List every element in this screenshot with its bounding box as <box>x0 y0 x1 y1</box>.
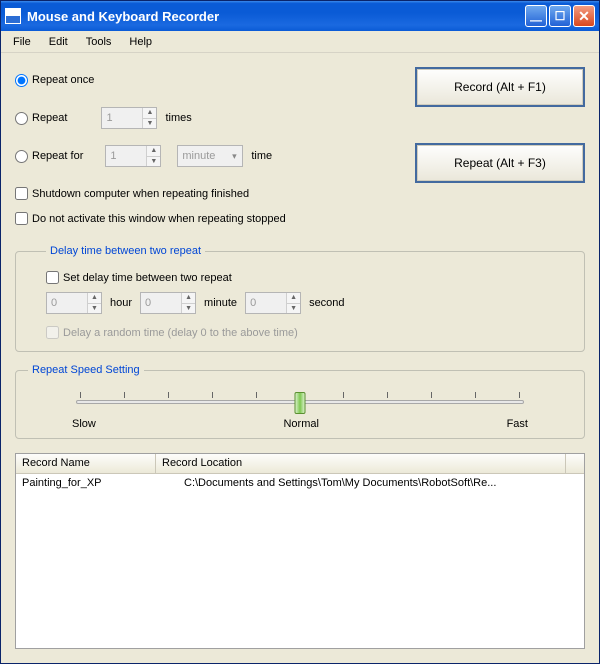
chevron-down-icon[interactable]: ▼ <box>88 303 101 314</box>
chevron-up-icon[interactable]: ▲ <box>143 108 156 118</box>
speed-slow-label: Slow <box>72 418 96 430</box>
repeat-n-label: Repeat <box>32 112 67 124</box>
speed-slider[interactable] <box>76 400 524 404</box>
delay-second-input[interactable] <box>246 293 286 313</box>
chevron-down-icon[interactable]: ▼ <box>182 303 195 314</box>
no-activate-label: Do not activate this window when repeati… <box>32 213 286 225</box>
menu-tools[interactable]: Tools <box>78 34 120 50</box>
delay-minute-label: minute <box>204 297 237 309</box>
record-name-cell: Painting_for_XP <box>16 476 156 490</box>
list-row[interactable]: Painting_for_XP C:\Documents and Setting… <box>16 474 584 492</box>
minimize-button[interactable]: — <box>525 5 547 27</box>
repeat-for-unit-value: minute <box>182 150 215 162</box>
repeat-n-radio[interactable] <box>15 112 28 125</box>
speed-fieldset: Repeat Speed Setting Slow Normal Fast <box>15 364 585 439</box>
chevron-up-icon[interactable]: ▲ <box>182 293 195 303</box>
repeat-once-radio[interactable] <box>15 74 28 87</box>
menu-help[interactable]: Help <box>121 34 160 50</box>
menu-edit[interactable]: Edit <box>41 34 76 50</box>
chevron-up-icon[interactable]: ▲ <box>147 146 160 156</box>
record-button[interactable]: Record (Alt + F1) <box>415 67 585 107</box>
content-area: Repeat once Repeat ▲▼ times Repeat for <box>1 53 599 663</box>
speed-legend: Repeat Speed Setting <box>28 364 144 376</box>
delay-second-spinner[interactable]: ▲▼ <box>245 292 301 314</box>
speed-normal-label: Normal <box>283 418 318 430</box>
list-header: Record Name Record Location <box>16 454 584 474</box>
col-record-name[interactable]: Record Name <box>16 454 156 473</box>
repeat-for-unit-combo[interactable]: minute ▾ <box>177 145 243 167</box>
delay-minute-spinner[interactable]: ▲▼ <box>140 292 196 314</box>
shutdown-label: Shutdown computer when repeating finishe… <box>32 188 249 200</box>
delay-legend: Delay time between two repeat <box>46 245 205 257</box>
shutdown-checkbox[interactable] <box>15 187 28 200</box>
record-list: Record Name Record Location Painting_for… <box>15 453 585 649</box>
delay-random-label: Delay a random time (delay 0 to the abov… <box>63 327 298 339</box>
col-record-location[interactable]: Record Location <box>156 454 566 473</box>
chevron-down-icon[interactable]: ▼ <box>143 118 156 129</box>
delay-minute-input[interactable] <box>141 293 181 313</box>
menu-file[interactable]: File <box>5 34 39 50</box>
chevron-down-icon[interactable]: ▼ <box>147 156 160 167</box>
app-icon <box>5 8 21 24</box>
menubar: File Edit Tools Help <box>1 31 599 53</box>
repeat-times-suffix: times <box>165 112 191 124</box>
window-title: Mouse and Keyboard Recorder <box>27 9 525 24</box>
col-spacer <box>566 454 584 473</box>
repeat-once-label: Repeat once <box>32 74 94 86</box>
set-delay-label: Set delay time between two repeat <box>63 272 232 284</box>
delay-hour-spinner[interactable]: ▲▼ <box>46 292 102 314</box>
repeat-for-value-input[interactable] <box>106 146 146 166</box>
repeat-for-radio[interactable] <box>15 150 28 163</box>
repeat-for-value-spinner[interactable]: ▲▼ <box>105 145 161 167</box>
no-activate-checkbox[interactable] <box>15 212 28 225</box>
chevron-up-icon[interactable]: ▲ <box>287 293 300 303</box>
app-window: Mouse and Keyboard Recorder — ☐ ✕ File E… <box>0 0 600 664</box>
repeat-count-spinner[interactable]: ▲▼ <box>101 107 157 129</box>
repeat-for-label: Repeat for <box>32 150 83 162</box>
repeat-for-suffix: time <box>251 150 272 162</box>
speed-fast-label: Fast <box>507 418 528 430</box>
delay-fieldset: Delay time between two repeat Set delay … <box>15 245 585 352</box>
delay-hour-input[interactable] <box>47 293 87 313</box>
delay-random-checkbox <box>46 326 59 339</box>
chevron-up-icon[interactable]: ▲ <box>88 293 101 303</box>
repeat-button[interactable]: Repeat (Alt + F3) <box>415 143 585 183</box>
chevron-down-icon: ▾ <box>226 151 242 162</box>
chevron-down-icon[interactable]: ▼ <box>287 303 300 314</box>
titlebar: Mouse and Keyboard Recorder — ☐ ✕ <box>1 1 599 31</box>
set-delay-checkbox[interactable] <box>46 271 59 284</box>
close-button[interactable]: ✕ <box>573 5 595 27</box>
maximize-button[interactable]: ☐ <box>549 5 571 27</box>
repeat-count-input[interactable] <box>102 108 142 128</box>
record-location-cell: C:\Documents and Settings\Tom\My Documen… <box>156 476 584 490</box>
slider-thumb[interactable] <box>295 392 306 414</box>
delay-hour-label: hour <box>110 297 132 309</box>
delay-second-label: second <box>309 297 344 309</box>
